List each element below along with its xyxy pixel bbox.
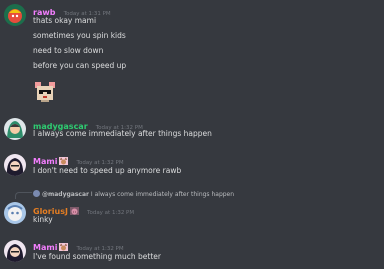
reply-text: I always come immediately after things h…: [90, 191, 235, 198]
avatar-image: [4, 118, 26, 140]
user-avatar[interactable]: [4, 240, 26, 262]
message-line: sometimes you spin kids: [33, 31, 126, 40]
message-line: thats okay mami: [33, 16, 97, 25]
cat-icon: [59, 157, 69, 165]
timestamp: Today at 1:32 PM: [87, 210, 135, 216]
avatar-image: [4, 240, 26, 262]
avatar-image: [4, 4, 26, 26]
user-avatar[interactable]: [4, 154, 26, 176]
pixel-mouse-sunglasses-sticker[interactable]: [33, 80, 57, 104]
message-line: before you can speed up: [33, 61, 127, 70]
reply-avatar: [33, 190, 40, 197]
reply-connector: [15, 192, 32, 199]
username[interactable]: Mami: [33, 157, 57, 166]
avatar-image: [4, 154, 26, 176]
username[interactable]: Mami: [33, 243, 57, 252]
message-line: kinky: [33, 215, 53, 224]
user-avatar[interactable]: [4, 4, 26, 26]
message-line: I don't need to speed up anymore rawb: [33, 166, 182, 175]
reply-preview[interactable]: @madygascar I always come immediately af…: [33, 190, 234, 199]
avatar-image: [4, 202, 26, 224]
message-line: I've found something much better: [33, 252, 161, 261]
pig-icon: [69, 207, 79, 215]
message-line: I always come immediately after things h…: [33, 129, 212, 138]
user-avatar[interactable]: [4, 118, 26, 140]
message-line: need to slow down: [33, 46, 104, 55]
cat-icon: [59, 243, 69, 251]
reply-mention[interactable]: @madygascar: [42, 191, 89, 198]
user-avatar[interactable]: [4, 202, 26, 224]
